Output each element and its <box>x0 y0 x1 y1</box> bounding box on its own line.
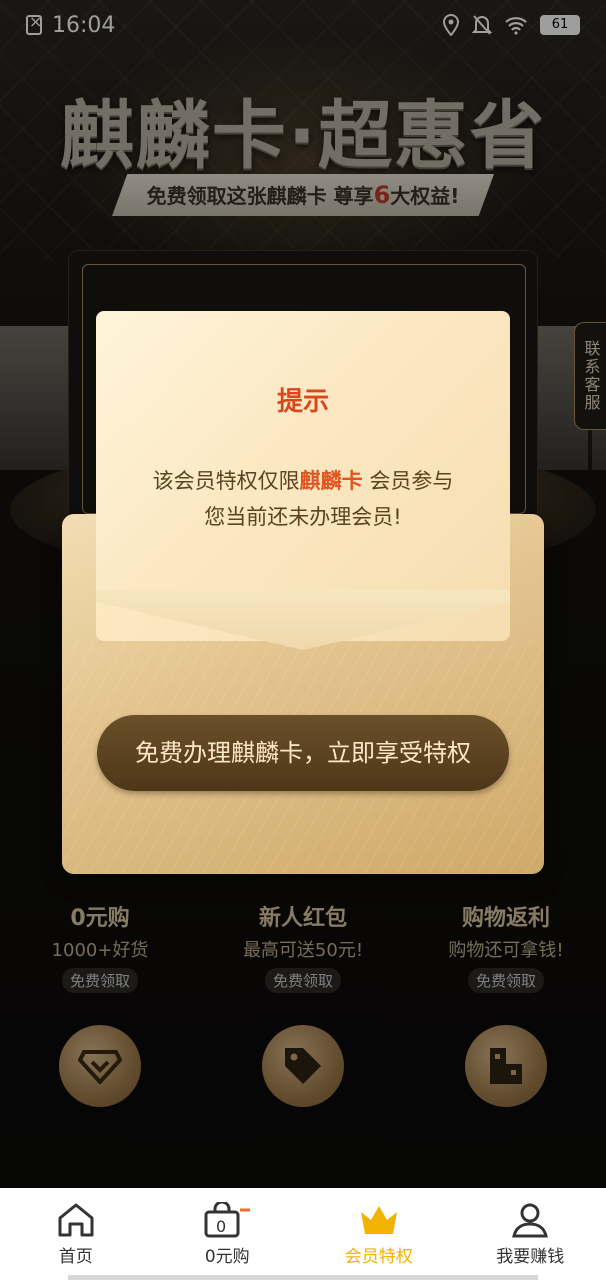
svg-text:0: 0 <box>216 1217 226 1236</box>
nav-member-privilege[interactable]: 会员特权 <box>303 1188 455 1280</box>
nav-label: 首页 <box>58 1246 93 1267</box>
bottom-navigation: 首页 0 0元购 会员特权 我要赚钱 <box>0 1188 606 1280</box>
home-icon <box>58 1203 94 1236</box>
modal-message-line2: 您当前还未办理会员! <box>204 505 402 529</box>
shopping-bag-icon: 0 <box>204 1201 251 1237</box>
modal-message-highlight: 麒麟卡 <box>299 469 363 493</box>
modal-message-suffix: 会员参与 <box>362 469 454 493</box>
modal-message-prefix: 该会员特权仅限 <box>152 469 300 493</box>
gesture-bar <box>68 1275 538 1280</box>
crown-icon <box>360 1205 397 1234</box>
nav-zero-buy[interactable]: 0 0元购 <box>152 1188 304 1280</box>
nav-label: 会员特权 <box>344 1246 413 1267</box>
nav-label: 0元购 <box>204 1246 250 1267</box>
nav-label: 我要赚钱 <box>496 1246 565 1267</box>
free-apply-card-button[interactable]: 免费办理麒麟卡，立即享受特权 <box>97 715 509 791</box>
modal-message: 该会员特权仅限麒麟卡 会员参与 您当前还未办理会员! <box>96 463 510 535</box>
user-icon <box>512 1203 549 1237</box>
modal-title: 提示 <box>276 387 329 417</box>
nav-home[interactable]: 首页 <box>0 1188 152 1280</box>
nav-earn-money[interactable]: 我要赚钱 <box>455 1188 606 1280</box>
